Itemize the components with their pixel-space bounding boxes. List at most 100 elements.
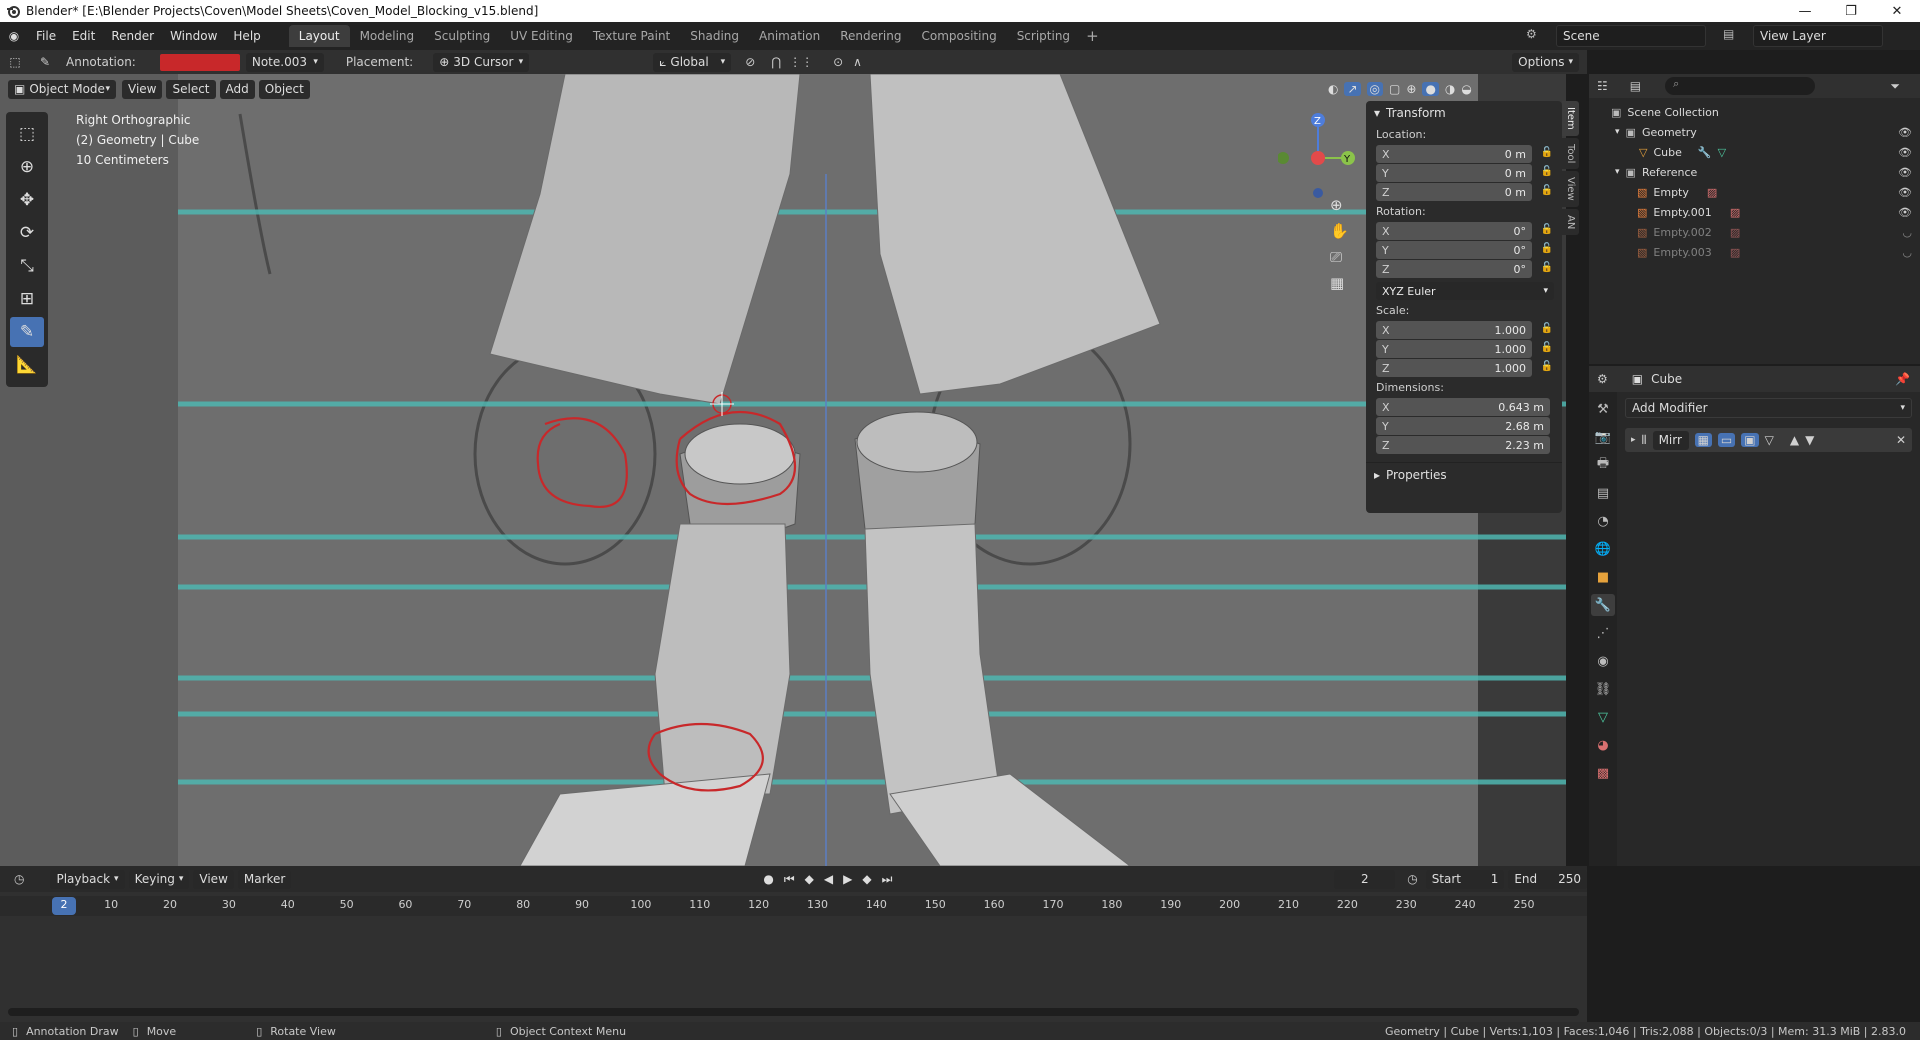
outliner-item-cube[interactable]: ▽ Cube 🔧 ▽ 👁 — [1589, 142, 1920, 162]
ortho-grid-icon[interactable]: ▦ — [1330, 274, 1349, 292]
eye-icon[interactable]: 👁 — [1898, 126, 1912, 139]
tool-properties-icon[interactable]: ⚒ — [1591, 398, 1615, 420]
snap-icon[interactable]: ⋂ — [771, 55, 781, 69]
pin-icon[interactable]: 📌 — [1895, 372, 1910, 386]
gizmo-toggle-icon[interactable]: ↗ — [1344, 82, 1361, 96]
expand-modifier-icon[interactable]: ▸ — [1631, 435, 1636, 445]
tab-compositing[interactable]: Compositing — [911, 25, 1006, 47]
lock-icon[interactable]: 🔓 — [1540, 323, 1554, 337]
prev-keyframe-icon[interactable]: ◆ — [805, 872, 814, 887]
location-x-field[interactable]: X0 m — [1376, 145, 1532, 163]
tab-modeling[interactable]: Modeling — [350, 25, 425, 47]
remove-modifier-icon[interactable]: ✕ — [1896, 433, 1906, 447]
overlay-toggle-icon[interactable]: ◎ — [1366, 82, 1384, 96]
render-toggle-icon[interactable]: ▣ — [1741, 433, 1759, 447]
cage-toggle-icon[interactable]: ▽ — [1765, 433, 1774, 447]
menu-keying[interactable]: Keying ▾ — [128, 869, 190, 889]
annotation-color-swatch[interactable] — [159, 53, 240, 71]
preview-range-icon[interactable]: ◷ — [1407, 872, 1417, 886]
rotation-y-field[interactable]: Y 0° — [1376, 241, 1532, 259]
dimensions-y-field[interactable]: Y 2.68 m — [1376, 417, 1550, 435]
jump-end-icon[interactable]: ⏭ — [882, 872, 893, 887]
tab-view[interactable]: View — [1562, 171, 1579, 207]
outliner-scene-collection[interactable]: ▣ Scene Collection — [1589, 102, 1920, 122]
scale-z-field[interactable]: Z 1.000 — [1376, 359, 1532, 377]
eye-icon[interactable]: 👁 — [1898, 166, 1912, 179]
scale-y-field[interactable]: Y 1.000 — [1376, 340, 1532, 358]
lock-icon[interactable]: 🔓 — [1540, 361, 1554, 375]
lock-icon[interactable]: 🔓 — [1540, 185, 1554, 199]
record-icon[interactable]: ● — [763, 872, 773, 887]
tab-uv-editing[interactable]: UV Editing — [500, 25, 583, 47]
annotate-tool-icon[interactable]: ✎ — [10, 317, 44, 347]
transform-tool-icon[interactable]: ⊞ — [10, 284, 44, 314]
rotate-tool-icon[interactable]: ⟳ — [10, 218, 44, 248]
rotation-z-field[interactable]: Z 0° — [1376, 260, 1532, 278]
mesh-data-properties-icon[interactable]: ▽ — [1591, 706, 1615, 728]
eye-closed-icon[interactable]: ◡ — [1902, 226, 1912, 239]
eye-icon[interactable]: 👁 — [1898, 186, 1912, 199]
tab-item[interactable]: Item — [1562, 101, 1579, 136]
outliner-item-empty-003[interactable]: ▧ Empty.003 ▨ ◡ — [1589, 242, 1920, 262]
object-mode-selector[interactable]: ▣ Object Mode ▾ — [8, 79, 116, 99]
material-properties-icon[interactable]: ◕ — [1591, 734, 1615, 756]
lock-icon[interactable]: 🔓 — [1540, 243, 1554, 257]
material-shading-icon[interactable]: ◑ — [1445, 82, 1455, 96]
select-box-tool-icon[interactable]: ⬚ — [10, 119, 44, 149]
visibility-icon[interactable]: ◐ — [1328, 82, 1338, 96]
transform-section-header[interactable]: ▾ Transform — [1366, 101, 1562, 125]
blender-menu-icon[interactable]: ◉ — [0, 29, 28, 43]
menu-add[interactable]: Add — [219, 79, 255, 99]
eye-closed-icon[interactable]: ◡ — [1902, 246, 1912, 259]
jump-start-icon[interactable]: ⏮ — [784, 872, 795, 887]
falloff-icon[interactable]: ∧ — [853, 55, 862, 69]
xray-icon[interactable]: ▢ — [1389, 82, 1400, 96]
end-frame-field[interactable]: End 250 — [1508, 869, 1587, 889]
navigation-gizmo[interactable]: Z Y — [1278, 108, 1358, 198]
location-z-field[interactable]: Z0 m — [1376, 183, 1532, 201]
filter-icon[interactable]: ⏷ — [1890, 79, 1900, 94]
physics-properties-icon[interactable]: ◉ — [1591, 650, 1615, 672]
object-properties-icon[interactable]: ■ — [1591, 566, 1615, 588]
cursor-tool-icon[interactable]: ⊕ — [10, 152, 44, 182]
view-layer-icon[interactable]: ▤ — [1723, 27, 1734, 41]
lock-icon[interactable]: 🔓 — [1540, 224, 1554, 238]
tab-animation[interactable]: Animation — [749, 25, 830, 47]
modifier-name-field[interactable]: Mirr — [1652, 430, 1689, 450]
dimensions-z-field[interactable]: Z 2.23 m — [1376, 436, 1550, 454]
view-layer-selector[interactable]: View Layer — [1753, 25, 1883, 47]
view-layer-properties-icon[interactable]: ▤ — [1591, 482, 1615, 504]
tab-shading[interactable]: Shading — [680, 25, 749, 47]
outliner-item-reference[interactable]: ▾ ▣ Reference 👁 — [1589, 162, 1920, 182]
scale-tool-icon[interactable]: ⤡ — [10, 251, 44, 281]
timeline-ruler[interactable]: 2 10 20 30 40 50 60 70 80 90 100 110 120 130 140 150 160… — [0, 896, 1587, 916]
annotation-note-selector[interactable]: Note.003 ▾ — [245, 52, 324, 72]
outliner-item-geometry[interactable]: ▾ ▣ Geometry 👁 — [1589, 122, 1920, 142]
start-frame-field[interactable]: Start 1 — [1425, 869, 1505, 889]
menu-render[interactable]: Render — [103, 29, 162, 43]
outliner-item-empty-001[interactable]: ▧ Empty.001 ▨ 👁 — [1589, 202, 1920, 222]
menu-object[interactable]: Object — [258, 79, 310, 99]
render-properties-icon[interactable]: 📷 — [1591, 426, 1615, 448]
menu-select[interactable]: Select — [166, 79, 216, 99]
eye-icon[interactable]: 👁 — [1898, 146, 1912, 159]
tab-tool[interactable]: Tool — [1562, 137, 1579, 170]
placement-selector[interactable]: ⊕ 3D Cursor ▾ — [433, 52, 530, 72]
menu-marker[interactable]: Marker — [237, 869, 292, 889]
add-modifier-dropdown[interactable]: Add Modifier ▾ — [1625, 398, 1912, 418]
world-properties-icon[interactable]: 🌐 — [1591, 538, 1615, 560]
menu-view[interactable]: View — [122, 79, 163, 99]
proportional-edit-icon[interactable]: ⊙ — [833, 55, 843, 69]
scene-browse-icon[interactable]: ⚙ — [1526, 27, 1537, 41]
menu-file[interactable]: File — [28, 29, 64, 43]
close-button[interactable]: ✕ — [1874, 4, 1920, 19]
timeline-editor-icon[interactable]: ◷ — [14, 872, 24, 886]
timeline-scrollbar[interactable] — [8, 1008, 1579, 1016]
move-down-icon[interactable]: ▼ — [1805, 433, 1814, 447]
properties-section-header[interactable]: ▸ Properties — [1366, 462, 1562, 487]
menu-window[interactable]: Window — [162, 29, 225, 43]
constraints-properties-icon[interactable]: ⛓ — [1591, 678, 1615, 700]
current-frame-field[interactable]: 2 — [1334, 869, 1396, 889]
tab-an[interactable]: AN — [1562, 208, 1579, 236]
rendered-shading-icon[interactable]: ◒ — [1461, 82, 1471, 96]
